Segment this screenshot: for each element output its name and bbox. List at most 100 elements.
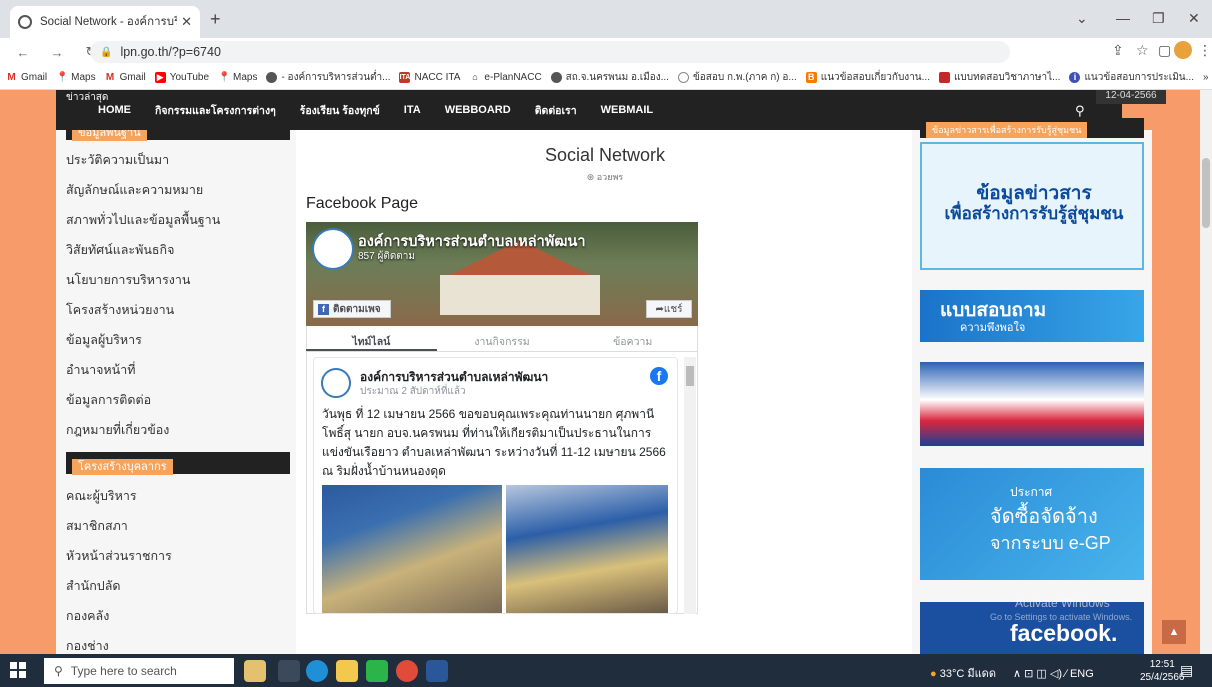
sidebar-item[interactable]: กองคลัง: [66, 606, 109, 626]
search-icon[interactable]: ⚲: [1075, 103, 1085, 119]
nav-activities[interactable]: กิจกรรมและโครงการต่างๆ: [155, 102, 276, 119]
windows-start-icon[interactable]: [10, 662, 26, 678]
language-indicator[interactable]: ENG: [1070, 668, 1094, 680]
edge-icon[interactable]: [306, 660, 328, 682]
sidebar-item[interactable]: สมาชิกสภา: [66, 516, 128, 536]
tab-messages[interactable]: ข้อความ: [567, 326, 698, 351]
forward-icon[interactable]: →: [46, 45, 68, 60]
lock-icon: 🔒: [100, 46, 113, 58]
taskbar-search-input[interactable]: ⚲ Type here to search: [44, 658, 234, 684]
browser-tab[interactable]: Social Network - องค์การบริหารส่วนฯ ✕: [10, 6, 200, 38]
profile-avatar[interactable]: [1174, 41, 1192, 59]
back-icon[interactable]: ←: [12, 45, 34, 60]
bookmark-item[interactable]: 📍 Maps: [56, 72, 95, 83]
banner-thai-flag[interactable]: [920, 362, 1144, 446]
post-avatar[interactable]: [321, 368, 351, 398]
bookmark-item[interactable]: M Gmail: [6, 72, 47, 83]
left-sidebar: ข้อมูลพื้นฐาน ประวัติความเป็นมา สัญลักษณ…: [56, 118, 296, 656]
system-tray: ● 33°C มีแดด ∧ ⊡ ◫ ◁) ∕ ENG: [930, 664, 1094, 682]
post-author-meta: ⊛ อวยพร: [586, 172, 624, 182]
post-photo[interactable]: [506, 485, 668, 613]
sidebar-item[interactable]: วิสัยทัศน์และพันธกิจ: [66, 240, 174, 260]
taskbar-widget-icon[interactable]: [244, 660, 266, 682]
facebook-page-heading: Facebook Page: [306, 195, 419, 212]
menu-icon[interactable]: ⋮: [1198, 42, 1212, 59]
sidebar-heading-personnel: โครงสร้างบุคลากร: [66, 452, 290, 475]
line-app-icon[interactable]: [366, 660, 388, 682]
fb-followers: 857 ผู้ติดตาม: [358, 251, 416, 262]
notifications-icon[interactable]: ▤: [1180, 662, 1193, 679]
post-timestamp[interactable]: ประมาณ 2 สัปดาห์ที่แล้ว: [360, 384, 466, 399]
news-ticker-label: ข่าวล่าสุด: [56, 90, 116, 104]
facebook-logo-icon[interactable]: f: [650, 367, 668, 385]
bookmarks-overflow-icon[interactable]: »: [1203, 72, 1209, 83]
bookmark-item[interactable]: ⌂ e-PlanNACC: [469, 72, 541, 83]
bookmark-item[interactable]: ▶ YouTube: [154, 72, 209, 83]
file-explorer-icon[interactable]: [336, 660, 358, 682]
share-icon[interactable]: ⇪: [1112, 42, 1124, 59]
banner-public-info-line2: เพื่อสร้างการรับรู้สู่ชุมชน: [944, 204, 1124, 223]
post-photo[interactable]: [322, 485, 502, 613]
sidebar-item[interactable]: สำนักปลัด: [66, 576, 120, 596]
sidebar-item[interactable]: คณะผู้บริหาร: [66, 486, 137, 506]
fb-page-logo[interactable]: [312, 228, 354, 270]
nav-contact[interactable]: ติดต่อเรา: [535, 102, 577, 119]
close-window-button[interactable]: ✕: [1188, 10, 1200, 27]
scroll-to-top-button[interactable]: ▲: [1162, 620, 1186, 644]
restore-button[interactable]: ❐: [1152, 10, 1165, 27]
tab-timeline[interactable]: ไทม์ไลน์: [306, 326, 437, 351]
fb-embed-scrollbar[interactable]: [684, 357, 696, 614]
sidepanel-icon[interactable]: ▢: [1158, 42, 1171, 59]
bookmark-item[interactable]: - องค์การบริหารส่วนต่ำ...: [266, 70, 390, 85]
sidebar-item[interactable]: สภาพทั่วไปและข้อมูลพื้นฐาน: [66, 210, 220, 230]
tab-events[interactable]: งานกิจกรรม: [437, 326, 568, 351]
sidebar-item[interactable]: โครงสร้างหน่วยงาน: [66, 300, 174, 320]
new-tab-button[interactable]: +: [210, 9, 221, 30]
task-view-icon[interactable]: [278, 660, 300, 682]
nav-webmail[interactable]: WEBMAIL: [601, 104, 654, 116]
follow-page-button[interactable]: f ติดตามเพจ: [313, 300, 391, 318]
tray-icons[interactable]: ∧ ⊡ ◫ ◁) ∕: [1013, 668, 1070, 680]
search-icon: ⚲: [54, 664, 63, 678]
nav-webboard[interactable]: WEBBOARD: [445, 104, 511, 116]
sidebar-item[interactable]: กองช่าง: [66, 636, 109, 656]
share-button[interactable]: ➦ แชร์: [646, 300, 692, 318]
weather-sun-icon[interactable]: ●: [930, 668, 940, 680]
system-clock[interactable]: 12:51 25/4/2566: [1140, 658, 1185, 684]
sidebar-item[interactable]: ประวัติความเป็นมา: [66, 150, 169, 170]
fb-embed-scrollbar-thumb[interactable]: [686, 366, 694, 386]
fb-tabs: ไทม์ไลน์ งานกิจกรรม ข้อความ: [306, 326, 698, 352]
minimize-button[interactable]: —: [1116, 10, 1130, 26]
page-title: Social Network: [544, 145, 666, 165]
sidebar-item[interactable]: กฎหมายที่เกี่ยวข้อง: [66, 420, 169, 440]
bookmark-item[interactable]: i แนวข้อสอบการประเมิน...: [1069, 70, 1194, 85]
bookmark-item[interactable]: แบบทดสอบวิชาภาษาไ...: [938, 70, 1060, 85]
banner-egp-line3: จากระบบ e-GP: [990, 533, 1111, 553]
bookmark-item[interactable]: สถ.จ.นครพนม อ.เมือง...: [550, 70, 669, 85]
chrome-icon[interactable]: [396, 660, 418, 682]
word-icon[interactable]: [426, 660, 448, 682]
sidebar-item[interactable]: ข้อมูลผู้บริหาร: [66, 330, 142, 350]
bookmark-item[interactable]: ข้อสอบ ก.พ.(ภาค ก) อ...: [677, 70, 797, 85]
right-sidebar-heading: ข้อมูลข่าวสารเพื่อสร้างการรับรู้สู่ชุมชน: [920, 118, 1144, 138]
weather-text[interactable]: 33°C มีแดด: [940, 668, 996, 680]
bookmark-item[interactable]: 📍 Maps: [218, 72, 257, 83]
nav-home[interactable]: HOME: [98, 104, 131, 116]
page-scrollbar-thumb[interactable]: [1202, 158, 1210, 228]
nav-ita[interactable]: ITA: [404, 104, 421, 116]
sidebar-item[interactable]: หัวหน้าส่วนราชการ: [66, 546, 172, 566]
nav-complaints[interactable]: ร้องเรียน ร้องทุกข์: [300, 102, 380, 119]
url-text: lpn.go.th/?p=6740: [120, 45, 221, 59]
sidebar-item[interactable]: อำนาจหน้าที่: [66, 360, 135, 380]
sidebar-item[interactable]: สัญลักษณ์และความหมาย: [66, 180, 203, 200]
sidebar-item[interactable]: นโยบายการบริหารงาน: [66, 270, 190, 290]
bookmark-item[interactable]: B แนวข้อสอบเกี่ยวกับงาน...: [805, 70, 930, 85]
address-bar[interactable]: 🔒 lpn.go.th/?p=6740: [90, 41, 1010, 63]
bookmark-item[interactable]: ITA NACC ITA: [399, 72, 460, 83]
bookmark-item[interactable]: M Gmail: [105, 72, 146, 83]
user-icon: ⊛: [586, 172, 597, 182]
bookmark-star-icon[interactable]: ☆: [1136, 42, 1149, 59]
tab-search-icon[interactable]: ⌄: [1076, 10, 1088, 27]
close-tab-icon[interactable]: ✕: [181, 14, 192, 30]
sidebar-item[interactable]: ข้อมูลการติดต่อ: [66, 390, 151, 410]
